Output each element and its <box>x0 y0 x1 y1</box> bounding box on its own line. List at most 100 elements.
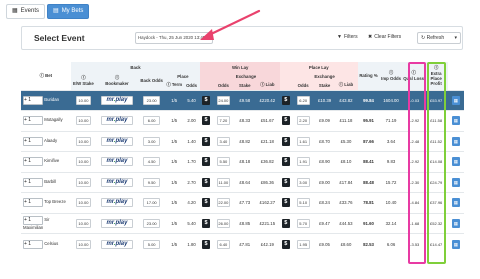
bookmaker-logo[interactable]: mr.play <box>100 218 133 228</box>
win-lay-odds-input[interactable]: 7.20 <box>216 116 230 126</box>
exchange-icon[interactable]: $ <box>202 116 211 126</box>
exchange-icon[interactable]: $ <box>202 239 211 249</box>
win-lay-odds-input[interactable]: 24.00 <box>216 95 230 105</box>
win-lay-odds-input[interactable]: 3.40 <box>216 136 230 146</box>
exchange-icon[interactable]: $ <box>281 157 290 167</box>
calculator-icon[interactable]: ▦ <box>451 177 460 187</box>
exchange-icon[interactable]: $ <box>202 177 211 187</box>
exchange-icon[interactable]: $ <box>202 136 211 146</box>
back-odds-input[interactable]: 6.00 <box>143 116 161 126</box>
place-lay-odds-input[interactable]: 5.70 <box>296 218 310 228</box>
back-odds-input[interactable]: 3.00 <box>143 136 161 146</box>
back-odds-input[interactable]: 17.00 <box>143 198 161 208</box>
exchange-icon[interactable]: $ <box>281 95 290 105</box>
exchange-icon[interactable]: $ <box>202 95 211 105</box>
back-odds-input[interactable]: 23.00 <box>143 95 161 105</box>
exchange-icon[interactable]: $ <box>281 136 290 146</box>
calculator-icon[interactable]: ▦ <box>451 239 460 249</box>
win-lay-odds-input[interactable]: 26.00 <box>216 218 230 228</box>
bookmaker-logo[interactable]: mr.play <box>100 198 133 208</box>
add-bet-button[interactable]: + 1 <box>23 198 43 208</box>
calculator-icon[interactable]: ▦ <box>451 95 460 105</box>
table-row[interactable]: + 1 Top Breeze 10.00 mr.play 17.00 1/5 4… <box>21 192 464 214</box>
bookmaker-logo[interactable]: mr.play <box>100 136 133 146</box>
exchange-icon[interactable]: $ <box>202 218 211 228</box>
bookmaker-logo[interactable]: mr.play <box>100 157 133 167</box>
add-bet-button[interactable]: + 1 <box>23 157 43 167</box>
back-odds-input[interactable]: 9.50 <box>143 177 161 187</box>
add-bet-button[interactable]: + 1 <box>23 116 43 126</box>
bookmaker-logo[interactable]: mr.play <box>100 95 133 105</box>
bet-cell: + 1 Motagally <box>21 111 71 132</box>
exchange-icon[interactable]: $ <box>281 218 290 228</box>
exchange-icon[interactable]: $ <box>202 157 211 167</box>
clear-filters-button[interactable]: ✖ Clear Filters <box>368 34 401 40</box>
ew-stake-input[interactable]: 10.00 <box>75 95 91 105</box>
exchange-icon[interactable]: $ <box>281 177 290 187</box>
term-cell: 1/5 <box>171 220 178 226</box>
refresh-button[interactable]: ↻ Refresh ▾ <box>417 32 461 44</box>
bookmaker-logo[interactable]: mr.play <box>100 239 133 249</box>
table-row[interactable]: + 1 Barbill 10.00 mr.play 9.50 1/5 2.70 … <box>21 172 464 193</box>
event-select[interactable]: Haydock - Thu, 25 Jun 2020 13:45 ▾ <box>135 32 213 44</box>
ew-stake-input[interactable]: 10.00 <box>75 177 91 187</box>
place-lay-odds-input[interactable]: 3.00 <box>296 177 310 187</box>
back-odds-cell: 6.00 <box>138 111 166 132</box>
back-odds-input[interactable]: 5.00 <box>143 239 161 249</box>
add-bet-button[interactable]: + 1 <box>23 95 43 105</box>
place-blank-header <box>280 72 292 81</box>
back-odds-input[interactable]: 23.00 <box>143 218 161 228</box>
table-row[interactable]: + 1 Kimifive 10.00 mr.play 4.50 1/5 1.70… <box>21 151 464 173</box>
tab-my-bets[interactable]: ▤ My Bets <box>47 4 90 19</box>
place-exchange-cell: $ <box>280 172 292 193</box>
imp-odds-cell: 10.40 <box>385 200 397 206</box>
bookmaker-logo[interactable]: mr.play <box>100 177 133 187</box>
calculator-icon[interactable]: ▦ <box>451 198 460 208</box>
place-lay-odds-input[interactable]: 6.20 <box>296 95 310 105</box>
win-liab-cell: £21.18 <box>260 138 274 144</box>
filters-button[interactable]: ▼ Filters <box>337 34 358 40</box>
tab-events[interactable]: ▦ Events <box>6 4 46 19</box>
back-odds-input[interactable]: 4.50 <box>143 157 161 167</box>
place-lay-odds-input[interactable]: 2.20 <box>296 116 310 126</box>
add-bet-button[interactable]: + 1 <box>23 177 43 187</box>
subgroup-win-exchange-header: Exchange <box>211 72 281 81</box>
ew-stake-input[interactable]: 10.00 <box>75 218 91 228</box>
win-exchange-cell: $ <box>200 234 212 255</box>
table-row[interactable]: + 1 Motagally 10.00 mr.play 6.00 1/5 2.0… <box>21 110 464 132</box>
place-exchange-cell: $ <box>280 131 292 152</box>
calculator-icon[interactable]: ▦ <box>451 218 460 228</box>
ew-stake-input[interactable]: 10.00 <box>75 116 91 126</box>
back-odds-cell: 4.50 <box>138 152 166 173</box>
table-row[interactable]: + 1 Alaady 10.00 mr.play 3.00 1/5 1.40 $… <box>21 131 464 152</box>
imp-odds-cell: 32.14 <box>385 220 397 226</box>
exchange-icon[interactable]: $ <box>281 116 290 126</box>
table-row[interactable]: + 1 Celsius 10.00 mr.play 5.00 1/5 1.80 … <box>21 233 464 255</box>
calculator-icon[interactable]: ▦ <box>451 116 460 126</box>
ew-stake-input[interactable]: 10.00 <box>75 157 91 167</box>
add-bet-button[interactable]: + 1 <box>23 216 43 226</box>
win-lay-odds-input[interactable]: 5.50 <box>216 157 230 167</box>
exchange-icon[interactable]: $ <box>281 239 290 249</box>
ew-stake-input[interactable]: 10.00 <box>75 198 91 208</box>
runner-name: Alaady <box>43 137 58 143</box>
exchange-icon[interactable]: $ <box>281 198 290 208</box>
win-lay-odds-input[interactable]: 6.40 <box>216 239 230 249</box>
place-lay-odds-input[interactable]: 1.91 <box>296 157 310 167</box>
win-lay-odds-input[interactable]: 11.00 <box>216 177 230 187</box>
bookmaker-logo[interactable]: mr.play <box>100 116 133 126</box>
add-bet-button[interactable]: + 1 <box>23 136 43 146</box>
exchange-icon[interactable]: $ <box>202 198 211 208</box>
table-row[interactable]: + 1 Buridan 10.00 mr.play 23.00 1/5 5.40… <box>21 90 464 111</box>
place-lay-odds-input[interactable]: 1.95 <box>296 239 310 249</box>
table-row[interactable]: + 1 Sir Maximilian 10.00 mr.play 23.00 1… <box>21 213 464 234</box>
ew-stake-input[interactable]: 10.00 <box>75 239 91 249</box>
calculator-icon[interactable]: ▦ <box>451 157 460 167</box>
ew-stake-input[interactable]: 10.00 <box>75 136 91 146</box>
win-lay-odds-input[interactable]: 22.00 <box>216 198 230 208</box>
place-lay-odds-input[interactable]: 1.61 <box>296 136 310 146</box>
place-exchange-cell: $ <box>280 234 292 255</box>
calculator-icon[interactable]: ▦ <box>451 136 460 146</box>
add-bet-button[interactable]: + 1 <box>23 239 43 249</box>
place-lay-odds-input[interactable]: 5.10 <box>296 198 310 208</box>
